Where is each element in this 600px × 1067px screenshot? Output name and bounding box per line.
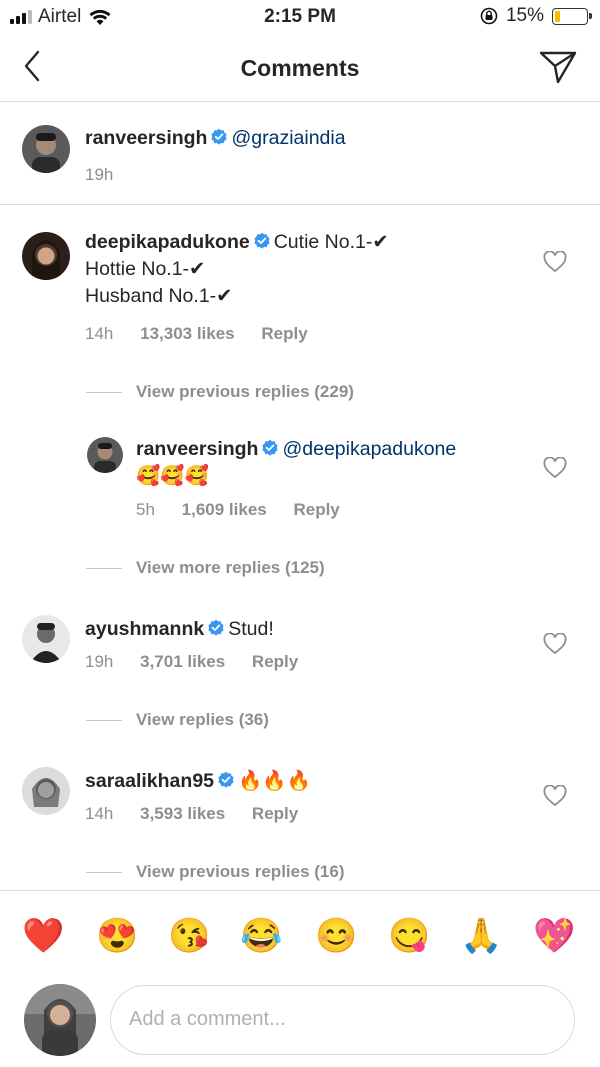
reply-button[interactable]: Reply (252, 804, 298, 823)
likes-count[interactable]: 1,609 likes (182, 500, 267, 519)
rotation-lock-icon (480, 7, 498, 25)
comment-meta: 14h 3,593 likes Reply (85, 804, 320, 824)
battery-percent: 15% (505, 5, 544, 26)
view-replies-label[interactable]: View more replies (125) (136, 558, 325, 577)
timestamp: 14h (85, 324, 114, 343)
username[interactable]: deepikapadukone (85, 231, 250, 253)
battery-fill (555, 10, 560, 22)
avatar[interactable] (24, 984, 96, 1056)
likes-count[interactable]: 3,701 likes (140, 652, 225, 671)
emoji-heart[interactable]: ❤️ (22, 915, 64, 957)
timestamp: 5h (136, 500, 155, 519)
comment-body: 🔥🔥🔥 (238, 770, 311, 792)
comment-text: deepikapadukone Cutie No.1-✔ Hottie No.1-… (85, 229, 505, 310)
battery-icon (552, 7, 592, 25)
divider-line (86, 392, 122, 393)
reply-button[interactable]: Reply (261, 324, 307, 343)
emoji-tears-of-joy[interactable]: 😂 (240, 915, 282, 957)
divider-line (86, 568, 122, 569)
comment-line: Hottie No.1-✔ (85, 258, 206, 280)
verified-badge-icon (211, 128, 228, 145)
verified-badge-icon (208, 619, 224, 636)
comment-meta: 5h 1,609 likes Reply (136, 500, 362, 520)
post-caption: ranveersingh @graziaindia 19h (0, 103, 600, 205)
view-replies-label[interactable]: View previous replies (229) (136, 382, 354, 401)
view-replies-link[interactable]: View replies (36) (86, 710, 269, 730)
comment-meta: 19h 3,701 likes Reply (85, 652, 320, 672)
comment-text: saraalikhan95 🔥🔥🔥 (85, 768, 311, 795)
emoji-text: 🥰🥰🥰 (136, 465, 209, 487)
avatar[interactable] (22, 615, 70, 663)
nav-bar: Comments (0, 34, 600, 102)
paper-plane-icon[interactable] (538, 49, 578, 85)
divider-line (86, 720, 122, 721)
emoji-sparkling-heart[interactable]: 💖 (533, 915, 575, 957)
view-replies-label[interactable]: View replies (36) (136, 710, 269, 729)
caption-text: ranveersingh @graziaindia (85, 125, 346, 152)
heart-icon[interactable] (543, 633, 567, 655)
heart-icon[interactable] (543, 251, 567, 273)
heart-icon[interactable] (543, 457, 567, 479)
avatar[interactable] (22, 125, 70, 173)
comment-line: Cutie No.1-✔ (273, 231, 389, 253)
emoji-heart-eyes[interactable]: 😍 (96, 915, 138, 957)
timestamp: 14h (85, 804, 114, 823)
view-replies-label[interactable]: View previous replies (16) (136, 862, 345, 881)
comment-input[interactable]: Add a comment... (110, 985, 575, 1055)
timestamp: 19h (85, 165, 114, 184)
timestamp: 19h (85, 652, 114, 671)
comment-text: ranveersingh @deepikapadukone 🥰🥰🥰 (136, 436, 516, 490)
reply-button[interactable]: Reply (252, 652, 298, 671)
likes-count[interactable]: 13,303 likes (140, 324, 235, 343)
view-replies-link[interactable]: View previous replies (16) (86, 862, 345, 882)
emoji-quick-bar: ❤️ 😍 😘 😂 😊 😋 🙏 💖 (0, 890, 600, 980)
mention-link[interactable]: @deepikapadukone (282, 438, 456, 460)
comment-body: Stud! (228, 618, 274, 640)
divider-line (86, 872, 122, 873)
avatar[interactable] (22, 232, 70, 280)
comment-text: ayushmannk Stud! (85, 616, 274, 643)
caption-meta: 19h (85, 165, 135, 185)
username[interactable]: ayushmannk (85, 618, 204, 640)
username[interactable]: saraalikhan95 (85, 770, 214, 792)
page-title: Comments (240, 55, 360, 81)
verified-badge-icon (254, 232, 270, 249)
verified-badge-icon (262, 439, 279, 456)
username[interactable]: ranveersingh (136, 438, 258, 460)
status-bar: Airtel 2:15 PM 15% (0, 0, 600, 34)
reply-button[interactable]: Reply (293, 500, 339, 519)
mention-link[interactable]: @graziaindia (231, 127, 345, 149)
avatar[interactable] (87, 437, 123, 473)
status-right: 15% (480, 5, 592, 27)
emoji-smile[interactable]: 😊 (315, 915, 357, 957)
comment-composer: Add a comment... (0, 980, 600, 1067)
emoji-pray[interactable]: 🙏 (460, 915, 502, 957)
verified-badge-icon (218, 771, 234, 788)
username[interactable]: ranveersingh (85, 127, 207, 149)
view-replies-link[interactable]: View more replies (125) (86, 558, 325, 578)
emoji-yum[interactable]: 😋 (388, 915, 430, 957)
view-replies-link[interactable]: View previous replies (229) (86, 382, 354, 402)
emoji-kiss[interactable]: 😘 (168, 915, 210, 957)
comment-line: Husband No.1-✔ (85, 285, 233, 307)
avatar[interactable] (22, 767, 70, 815)
comment-meta: 14h 13,303 likes Reply (85, 324, 330, 344)
comments-list[interactable]: ranveersingh @graziaindia 19h deepikapadu… (0, 103, 600, 890)
likes-count[interactable]: 3,593 likes (140, 804, 225, 823)
heart-icon[interactable] (543, 785, 567, 807)
